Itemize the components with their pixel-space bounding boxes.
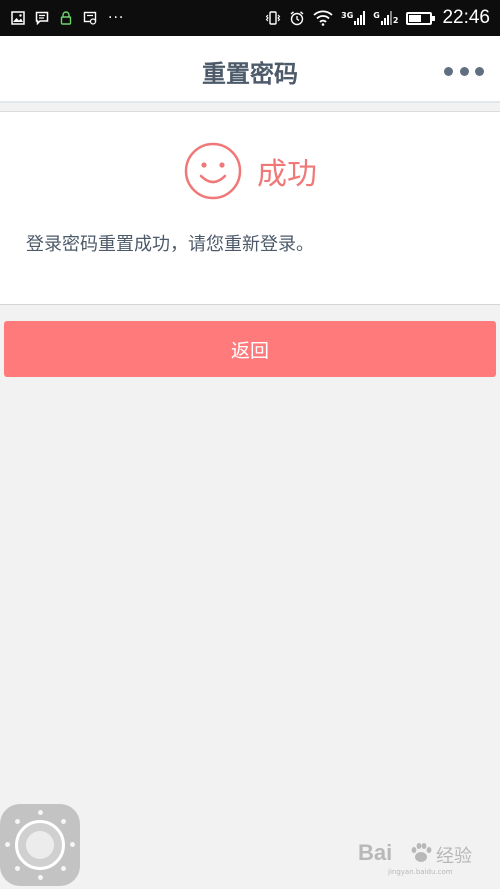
float-core (26, 831, 54, 859)
screenshot-icon (82, 10, 98, 26)
status-notifications: ··· (10, 10, 124, 26)
watermark-suffix: 经验 (436, 846, 472, 867)
watermark: Bai 经验 jingyan.baidu.com (358, 838, 484, 882)
float-dot (70, 842, 75, 847)
message-icon (34, 10, 50, 26)
smile-icon (184, 142, 242, 200)
more-dot (459, 66, 469, 76)
more-notifications-indicator: ··· (108, 10, 125, 26)
vibrate-icon (265, 10, 281, 26)
result-header: 成功 (0, 140, 500, 202)
result-title: 成功 (257, 157, 317, 192)
more-dot (475, 66, 484, 76)
sim-label: G (373, 11, 380, 20)
float-dot (38, 810, 43, 815)
back-button[interactable]: 返回 (4, 321, 496, 377)
floating-assistive-button[interactable] (0, 804, 80, 886)
float-dot (38, 875, 43, 880)
battery-level (409, 14, 421, 22)
status-bar: ··· 3G G 2 22:46 (0, 0, 500, 36)
sim-index: 2 (392, 16, 399, 25)
network-type-label: 3G (341, 11, 354, 20)
float-dot (5, 842, 10, 847)
watermark-brand: Bai (358, 840, 393, 865)
lock-app-icon (58, 10, 74, 26)
signal-2-icon: G 2 (373, 11, 398, 25)
battery-icon (406, 11, 436, 25)
nav-bar: 重置密码 (0, 36, 500, 103)
float-dot (15, 866, 20, 871)
float-dot (61, 819, 66, 824)
signal-icon: 3G (341, 11, 366, 25)
float-ring (15, 820, 65, 870)
page-title: 重置密码 (202, 60, 298, 88)
more-dots-icon[interactable] (444, 64, 484, 78)
wifi-icon (313, 10, 333, 26)
more-dot (444, 66, 453, 76)
result-card: 成功 登录密码重置成功，请您重新登录。 (0, 111, 500, 305)
status-system: 3G G 2 22:46 (265, 7, 490, 29)
alarm-icon (289, 10, 305, 26)
float-dot (61, 866, 66, 871)
result-message: 登录密码重置成功，请您重新登录。 (26, 234, 314, 255)
paw-icon (411, 843, 432, 862)
clock: 22:46 (442, 7, 490, 28)
image-icon (10, 10, 26, 26)
float-dot (15, 819, 20, 824)
watermark-url: jingyan.baidu.com (388, 868, 453, 876)
